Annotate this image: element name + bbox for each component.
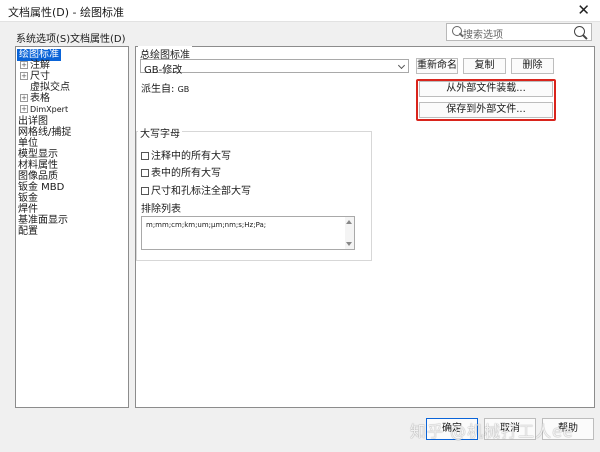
expand-icon[interactable]: + bbox=[20, 105, 28, 113]
all-caps-tables-option[interactable]: 表中的所有大写 bbox=[141, 164, 221, 179]
exclude-list-value: m;mm;cm;km;um;µm;nm;s;Hz;Pa; bbox=[146, 221, 267, 229]
expand-icon[interactable]: + bbox=[20, 72, 28, 80]
exclude-list-label: 排除列表 bbox=[141, 204, 181, 215]
tree-item-configurations[interactable]: 配置 bbox=[18, 226, 38, 238]
delete-button[interactable]: 删除 bbox=[511, 58, 554, 74]
annotation-highlight-box bbox=[416, 79, 556, 121]
scroll-down-icon[interactable] bbox=[346, 242, 352, 246]
all-caps-dims-checkbox[interactable] bbox=[141, 187, 149, 195]
derived-from-value: GB bbox=[177, 85, 190, 94]
exclude-list-textarea[interactable]: m;mm;cm;km;um;µm;nm;s;Hz;Pa; bbox=[141, 216, 355, 250]
tree-item-label: 绘图标准 bbox=[19, 49, 59, 60]
chevron-down-icon bbox=[397, 61, 406, 70]
rename-button[interactable]: 重新命名 bbox=[416, 58, 458, 74]
tree-item-label: 模型显示 bbox=[18, 149, 58, 160]
copy-button[interactable]: 复制 bbox=[463, 58, 506, 74]
search-placeholder: 搜索选项 bbox=[463, 30, 503, 41]
search-field[interactable]: 搜索选项 bbox=[446, 23, 592, 41]
tree-item-label: 出详图 bbox=[18, 116, 48, 127]
search-go-icon[interactable] bbox=[574, 26, 585, 37]
exclude-list-scrollbar[interactable] bbox=[345, 217, 354, 249]
tab-system-options[interactable]: 系统选项(S) bbox=[16, 30, 70, 45]
standard-select-value: GB-修改 bbox=[144, 65, 183, 76]
all-caps-dims-option[interactable]: 尺寸和孔标注全部大写 bbox=[141, 182, 251, 197]
expand-icon[interactable]: + bbox=[20, 61, 28, 69]
expand-icon[interactable]: + bbox=[20, 94, 28, 102]
all-caps-notes-checkbox[interactable] bbox=[141, 152, 149, 160]
tree-item-label: 注解 bbox=[30, 60, 50, 71]
close-icon[interactable]: ✕ bbox=[577, 2, 590, 18]
tree-item-label: 表格 bbox=[30, 93, 50, 104]
all-caps-notes-label: 注释中的所有大写 bbox=[151, 151, 231, 162]
all-caps-tables-checkbox[interactable] bbox=[141, 169, 149, 177]
tree-item-label: 钣金 bbox=[18, 193, 38, 204]
tree-item-label: 钣金 MBD bbox=[18, 182, 65, 193]
derived-from-label: 派生自: bbox=[141, 84, 175, 95]
tree-item-label: 焊件 bbox=[18, 204, 38, 215]
all-caps-notes-option[interactable]: 注释中的所有大写 bbox=[141, 147, 231, 162]
tree-item-label: 虚拟交点 bbox=[30, 82, 70, 93]
tree-item-label: 网格线/捕捉 bbox=[18, 127, 72, 138]
tree-item-label: 单位 bbox=[18, 138, 38, 149]
all-caps-dims-label: 尺寸和孔标注全部大写 bbox=[151, 186, 251, 197]
all-caps-tables-label: 表中的所有大写 bbox=[151, 168, 221, 179]
watermark: 知乎 @机械打工人ee bbox=[410, 422, 574, 441]
scroll-up-icon[interactable] bbox=[346, 220, 352, 224]
tab-document-properties[interactable]: 文档属性(D) bbox=[70, 30, 126, 45]
tree-item-label: 材料属性 bbox=[18, 160, 58, 171]
options-tree[interactable]: 绘图标准 + 注解 + 尺寸 虚拟交点 + 表格 + DimXpert 出详图 网格线/… bbox=[15, 46, 129, 408]
standard-select[interactable]: GB-修改 bbox=[140, 59, 409, 76]
title-bar: 文档属性(D) - 绘图标准 ✕ bbox=[0, 0, 600, 22]
search-icon bbox=[452, 26, 462, 36]
window-title: 文档属性(D) - 绘图标准 bbox=[8, 6, 125, 19]
uppercase-group-label: 大写字母 bbox=[138, 125, 182, 140]
derived-from: 派生自: GB bbox=[141, 80, 189, 95]
tree-item-label: 基准面显示 bbox=[18, 215, 68, 226]
tree-item-label: DimXpert bbox=[30, 105, 69, 114]
tree-item-dimxpert[interactable]: + DimXpert bbox=[20, 104, 68, 116]
tree-item-label: 尺寸 bbox=[30, 71, 50, 82]
tree-item-label: 图像品质 bbox=[18, 171, 58, 182]
tree-item-label: 配置 bbox=[18, 226, 38, 237]
